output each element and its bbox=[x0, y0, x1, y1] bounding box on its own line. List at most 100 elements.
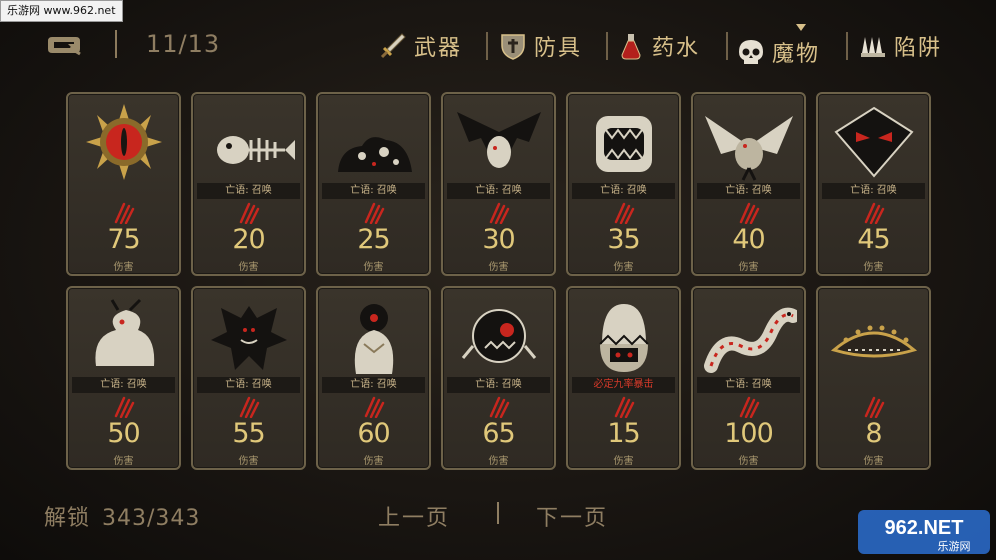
monster-card[interactable]: 亡语: 召唤 100 伤害 bbox=[691, 286, 806, 470]
damage-label: 伤害 bbox=[863, 456, 884, 467]
damage-value: 15 bbox=[607, 418, 640, 449]
brand-logo: 962.NET 乐游网 bbox=[858, 510, 990, 554]
tab-monsters[interactable]: 魔物 bbox=[736, 32, 820, 72]
monster-card[interactable]: 亡语: 召唤 30 伤害 bbox=[441, 92, 556, 276]
monster-card[interactable]: 亡语: 召唤 60 伤害 bbox=[316, 286, 431, 470]
ability-text: 亡语: 召唤 bbox=[697, 377, 800, 393]
damage-label: 伤害 bbox=[113, 262, 134, 273]
claw-damage-icon bbox=[737, 396, 761, 419]
monster-card[interactable]: 亡语: 召唤 20 伤害 bbox=[191, 92, 306, 276]
claw-damage-icon bbox=[487, 396, 511, 419]
sun-eye-monster-icon bbox=[86, 104, 162, 180]
monster-card[interactable]: 8 伤害 bbox=[816, 286, 931, 470]
demon-monster-icon bbox=[211, 306, 287, 370]
monster-card[interactable]: 75 伤害 bbox=[66, 92, 181, 276]
serpent-monster-icon bbox=[704, 307, 797, 373]
ability-text: 亡语: 召唤 bbox=[447, 377, 550, 393]
shield-icon bbox=[498, 31, 528, 61]
damage-label: 伤害 bbox=[113, 456, 134, 467]
ability-text: 亡语: 召唤 bbox=[197, 183, 300, 199]
damage-value: 55 bbox=[232, 418, 265, 449]
ability-text: 亡语: 召唤 bbox=[822, 183, 925, 199]
claw-damage-icon bbox=[612, 202, 636, 225]
damage-label: 伤害 bbox=[363, 456, 384, 467]
damage-label: 伤害 bbox=[738, 456, 759, 467]
rock-mouth-monster-icon bbox=[596, 116, 652, 172]
game-logo-icon[interactable] bbox=[46, 34, 82, 56]
claw-damage-icon bbox=[112, 396, 136, 419]
claw-damage-icon bbox=[112, 202, 136, 225]
ball-monster-icon bbox=[461, 309, 537, 363]
ability-text: 亡语: 召唤 bbox=[322, 377, 425, 393]
sword-icon bbox=[378, 31, 408, 61]
damage-label: 伤害 bbox=[613, 456, 634, 467]
damage-label: 伤害 bbox=[863, 262, 884, 273]
kite-monster-icon bbox=[834, 106, 914, 178]
damage-value: 40 bbox=[732, 224, 765, 255]
monster-card[interactable]: 亡语: 召唤 50 伤害 bbox=[66, 286, 181, 470]
tab-traps[interactable]: 陷阱 bbox=[858, 26, 942, 66]
claw-damage-icon bbox=[237, 202, 261, 225]
egg-monster-icon bbox=[599, 304, 649, 372]
active-tab-indicator bbox=[796, 24, 806, 31]
ability-text: 亡语: 召唤 bbox=[447, 183, 550, 199]
damage-label: 伤害 bbox=[738, 262, 759, 273]
damage-value: 65 bbox=[482, 418, 515, 449]
monster-card-grid: 75 伤害 亡语: 召唤 20 伤害 亡语: 召唤 25 伤害 亡语: 召唤 3… bbox=[66, 92, 932, 474]
monster-card[interactable]: 亡语: 召唤 55 伤害 bbox=[191, 286, 306, 470]
damage-value: 75 bbox=[107, 224, 140, 255]
damage-label: 伤害 bbox=[488, 456, 509, 467]
tab-divider bbox=[606, 32, 608, 60]
damage-label: 伤害 bbox=[363, 262, 384, 273]
tab-weapons[interactable]: 武器 bbox=[378, 26, 462, 66]
damage-label: 伤害 bbox=[613, 262, 634, 273]
ability-text: 亡语: 召唤 bbox=[322, 183, 425, 199]
prev-page-button[interactable]: 上一页 bbox=[378, 500, 450, 532]
bat-dragon-monster-icon bbox=[457, 112, 541, 168]
tab-potions[interactable]: 药水 bbox=[616, 26, 700, 66]
tab-label: 药水 bbox=[652, 36, 701, 61]
claw-damage-icon bbox=[862, 396, 886, 419]
claw-damage-icon bbox=[737, 202, 761, 225]
unlock-count: 343/343 bbox=[102, 506, 201, 531]
unlock-progress: 解锁 343/343 bbox=[44, 500, 200, 532]
potion-icon bbox=[616, 31, 646, 61]
damage-value: 25 bbox=[357, 224, 390, 255]
tab-label: 防具 bbox=[534, 36, 583, 61]
damage-value: 35 bbox=[607, 224, 640, 255]
monster-card[interactable]: 亡语: 召唤 40 伤害 bbox=[691, 92, 806, 276]
bird-monster-icon bbox=[705, 116, 793, 181]
monster-card[interactable]: 亡语: 召唤 35 伤害 bbox=[566, 92, 681, 276]
page-counter: 11/13 bbox=[146, 30, 221, 58]
tab-label: 武器 bbox=[414, 36, 463, 61]
claw-damage-icon bbox=[487, 202, 511, 225]
skull-icon bbox=[736, 37, 766, 67]
damage-value: 100 bbox=[724, 418, 774, 449]
monster-card[interactable]: 亡语: 召唤 45 伤害 bbox=[816, 92, 931, 276]
claw-damage-icon bbox=[237, 396, 261, 419]
ability-text: 必定九率暴击 bbox=[572, 377, 675, 393]
top-bar: 11/13 武器 防具 药水 魔物 陷阱 bbox=[0, 22, 996, 70]
svg-text:962.NET: 962.NET bbox=[885, 517, 964, 539]
pager-divider bbox=[497, 502, 499, 524]
monster-card[interactable]: 亡语: 召唤 65 伤害 bbox=[441, 286, 556, 470]
damage-label: 伤害 bbox=[238, 262, 259, 273]
claw-damage-icon bbox=[612, 396, 636, 419]
damage-value: 50 bbox=[107, 418, 140, 449]
tab-armor[interactable]: 防具 bbox=[498, 26, 582, 66]
dragon-monster-icon bbox=[95, 298, 155, 366]
damage-value: 20 bbox=[232, 224, 265, 255]
unlock-label: 解锁 bbox=[44, 506, 91, 531]
claw-damage-icon bbox=[862, 202, 886, 225]
next-page-button[interactable]: 下一页 bbox=[536, 500, 608, 532]
claw-damage-icon bbox=[362, 202, 386, 225]
ability-text: 亡语: 召唤 bbox=[697, 183, 800, 199]
monster-card[interactable]: 必定九率暴击 15 伤害 bbox=[566, 286, 681, 470]
monster-card[interactable]: 亡语: 召唤 25 伤害 bbox=[316, 92, 431, 276]
damage-label: 伤害 bbox=[488, 262, 509, 273]
claw-damage-icon bbox=[362, 396, 386, 419]
owl-monster-icon bbox=[354, 304, 394, 374]
svg-text:乐游网: 乐游网 bbox=[938, 540, 971, 553]
site-watermark: 乐游网 www.962.net bbox=[0, 0, 123, 22]
slime-monster-icon bbox=[338, 137, 412, 172]
